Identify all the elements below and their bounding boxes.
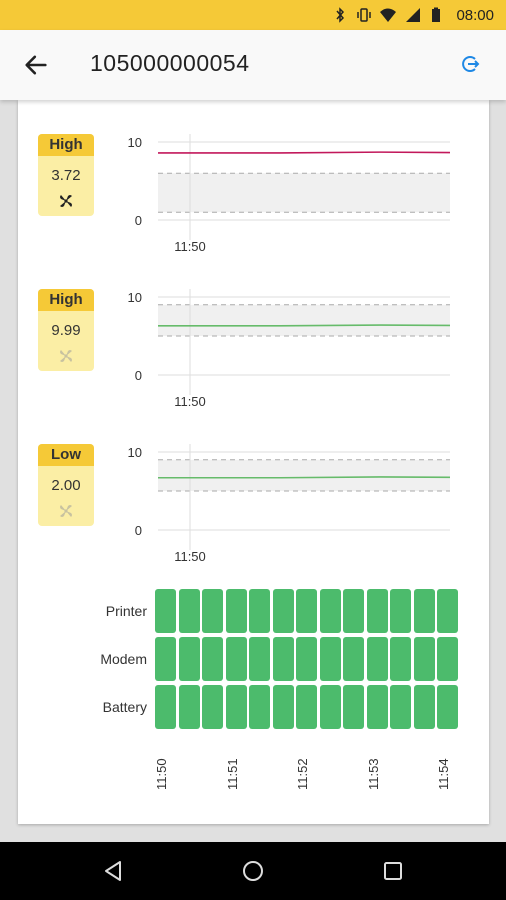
status-row-label: Printer (105, 603, 147, 619)
level-label: High (38, 134, 94, 156)
y-max-label: 10 (128, 445, 142, 460)
status-cell (225, 589, 247, 633)
sensor-chart-3: 10 0 11:50 (128, 444, 451, 564)
status-cell (202, 637, 223, 681)
status-cell (202, 589, 223, 633)
status-cell (249, 589, 270, 633)
series-line (158, 151, 451, 154)
vibrate-icon (357, 8, 372, 22)
status-x-tick: 11:50 (154, 758, 169, 790)
status-cell (366, 637, 388, 681)
status-cell (178, 637, 200, 681)
y-max-label: 10 (128, 290, 142, 305)
status-cell (437, 589, 458, 633)
status-cell (225, 685, 247, 729)
status-x-tick: 11:52 (295, 758, 310, 790)
status-cell (413, 685, 435, 729)
navigation-bar (0, 842, 506, 900)
status-cell (249, 685, 270, 729)
lte-signal-icon (406, 8, 421, 22)
status-x-tick: 11:53 (365, 758, 381, 790)
status-cell (437, 685, 458, 729)
status-cell (366, 589, 388, 633)
status-cell (343, 685, 364, 729)
sensor-value: 9.99 (51, 322, 81, 339)
home-circle-icon[interactable] (240, 858, 266, 884)
status-cell (178, 685, 200, 729)
status-row-label: Battery (102, 699, 147, 715)
app-bar: 105000000054 (0, 30, 506, 100)
sensor-value: 3.72 (51, 167, 81, 184)
status-cell (272, 589, 294, 633)
status-row-label: Modem (100, 651, 147, 667)
refresh-icon[interactable] (458, 52, 482, 76)
status-x-tick: 11:54 (436, 758, 451, 790)
level-label: High (38, 289, 94, 311)
fan-icon (60, 195, 72, 207)
status-cell (272, 685, 294, 729)
status-cell (366, 685, 388, 729)
status-cell (155, 685, 176, 729)
status-cell (390, 637, 411, 681)
page-title: 105000000054 (90, 50, 250, 76)
back-triangle-icon[interactable] (100, 858, 126, 884)
status-cell (390, 685, 411, 729)
sensor-badge-1: High 3.72 (38, 134, 94, 216)
status-bar: 08:00 (0, 0, 506, 30)
battery-icon (432, 7, 441, 22)
recents-square-icon[interactable] (380, 858, 406, 884)
status-cell (413, 637, 435, 681)
clock: 08:00 (456, 6, 494, 24)
status-x-tick: 11:51 (224, 758, 240, 790)
status-cell (413, 589, 435, 633)
series-line (158, 476, 451, 479)
y-max-label: 10 (128, 135, 142, 150)
status-cell (296, 637, 317, 681)
status-cell (296, 685, 317, 729)
fan-icon (60, 350, 72, 362)
x-tick-label: 11:50 (174, 239, 206, 254)
status-cell (343, 589, 364, 633)
status-cell (202, 685, 223, 729)
fan-icon (60, 505, 72, 517)
status-cell (437, 637, 458, 681)
level-label: Low (38, 444, 94, 466)
status-cell (319, 685, 341, 729)
sensor-value: 2.00 (51, 477, 81, 494)
status-cell (319, 589, 341, 633)
status-cell (155, 589, 176, 633)
status-cell (272, 637, 294, 681)
status-cell (178, 589, 200, 633)
y-min-label: 0 (135, 523, 142, 538)
status-cell (155, 637, 176, 681)
threshold-band (158, 459, 450, 491)
sensor-chart-2: 10 0 11:50 (128, 289, 451, 409)
status-cell (319, 637, 341, 681)
sensor-badge-3: Low 2.00 (38, 444, 94, 526)
series-line (158, 324, 451, 327)
status-cell (225, 637, 247, 681)
x-tick-label: 11:50 (174, 394, 206, 409)
wifi-icon (380, 8, 397, 22)
status-cell (390, 589, 411, 633)
x-tick-label: 11:50 (174, 549, 206, 564)
arrow-left-icon[interactable] (22, 51, 50, 79)
status-cell (296, 589, 317, 633)
threshold-band (158, 173, 450, 213)
bluetooth-icon (336, 7, 345, 23)
sensor-badge-2: High 9.99 (38, 289, 94, 371)
y-min-label: 0 (135, 213, 142, 228)
status-cell (249, 637, 270, 681)
threshold-band (158, 304, 450, 336)
y-min-label: 0 (135, 368, 142, 383)
sensor-chart-1: 10 0 11:50 (128, 134, 451, 254)
status-cell (343, 637, 364, 681)
